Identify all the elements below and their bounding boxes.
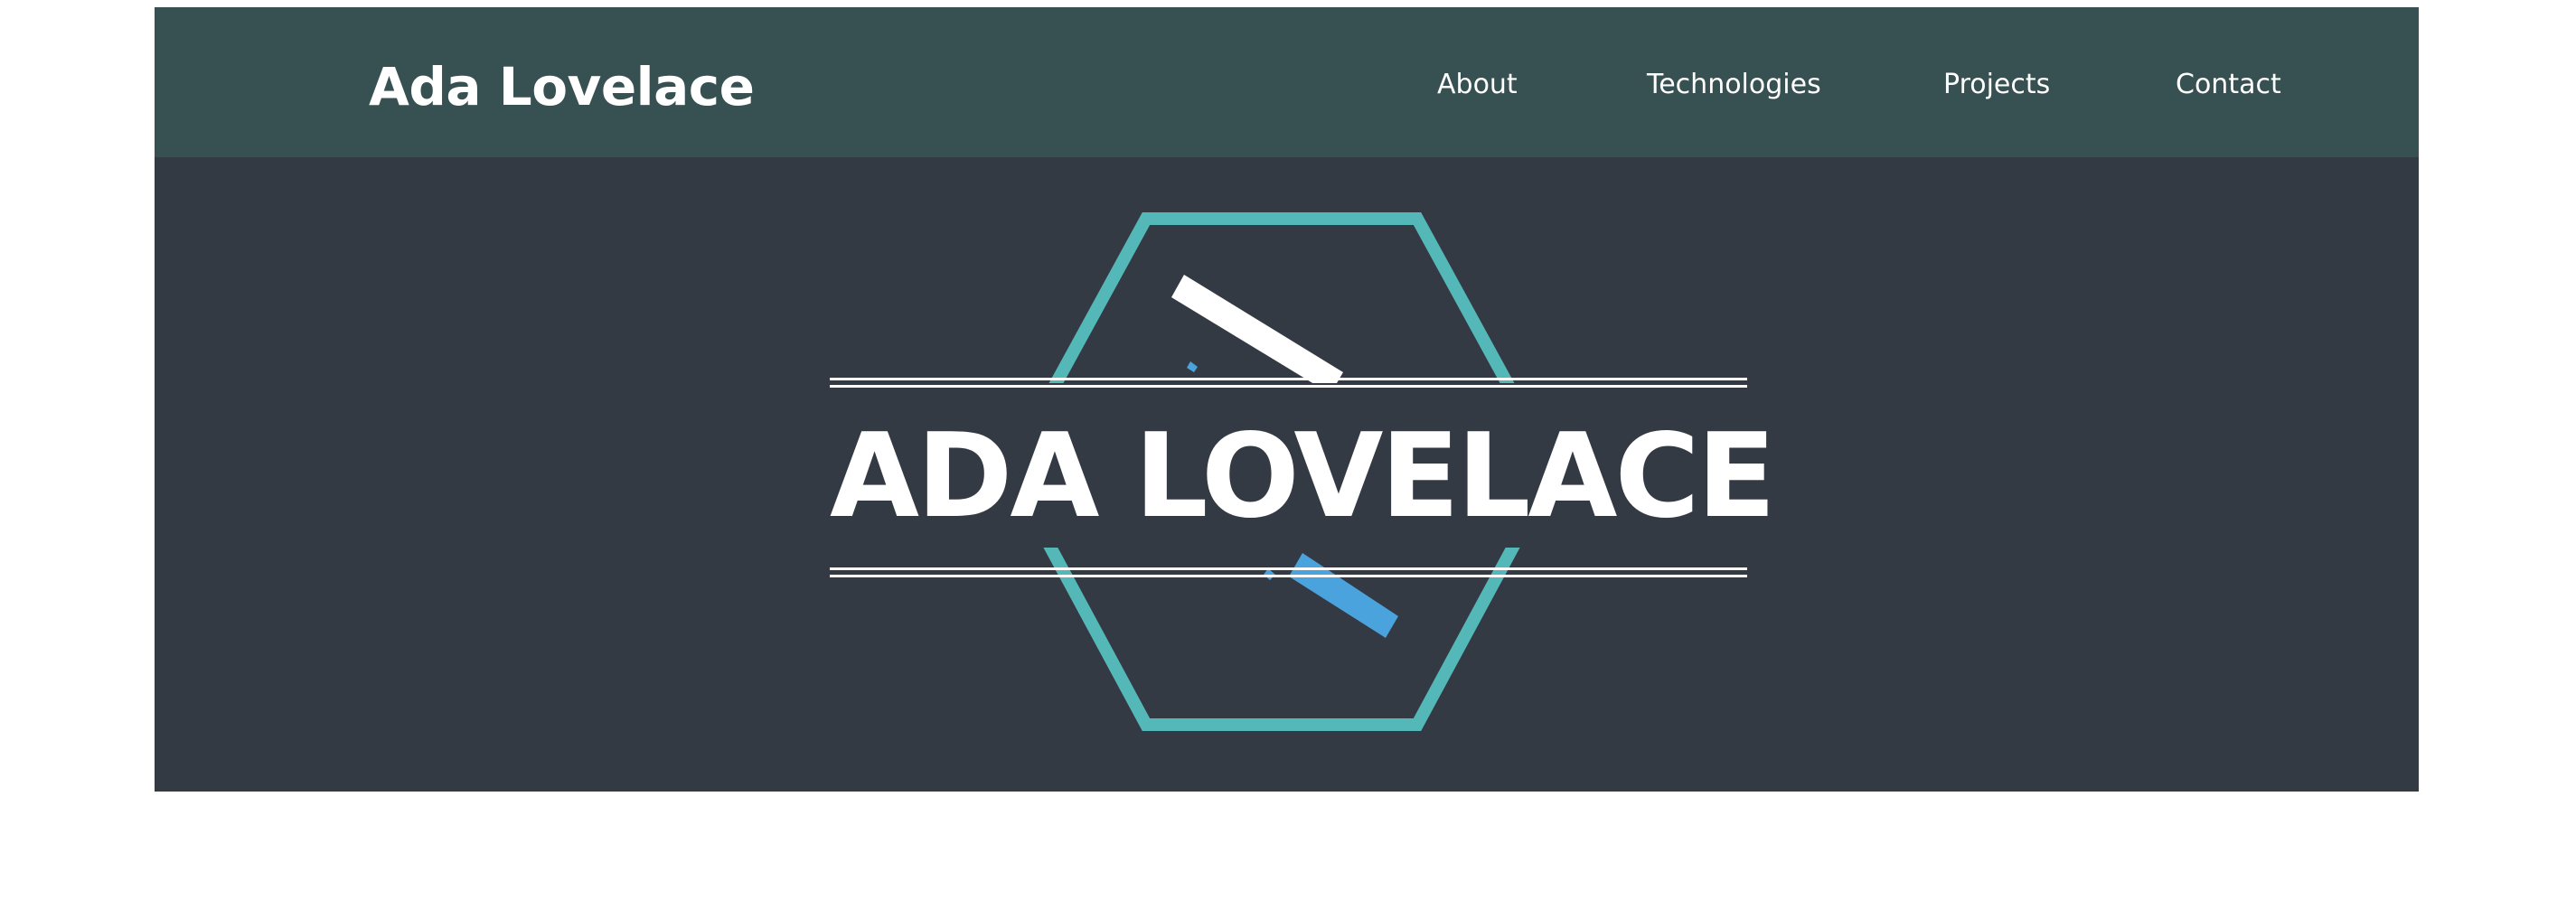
blue-diagonal-stripe	[1289, 553, 1398, 638]
nav-link-about[interactable]: About	[1437, 61, 1518, 108]
nav-link-projects[interactable]: Projects	[1943, 61, 2050, 108]
top-line-1	[830, 378, 1747, 380]
bottom-line-2	[830, 575, 1747, 577]
brand-logo-text[interactable]: Ada Lovelace	[369, 49, 755, 125]
white-diagonal-stripe	[1171, 275, 1343, 394]
blue-fragment-top	[1187, 361, 1198, 372]
bottom-line-1	[830, 567, 1747, 570]
top-line-2	[830, 385, 1747, 388]
nav-link-technologies[interactable]: Technologies	[1647, 61, 1821, 108]
hero-section: ADA LOVELACE	[155, 157, 2419, 792]
nav-link-contact[interactable]: Contact	[2176, 61, 2281, 108]
hero-title: ADA LOVELACE	[830, 409, 1776, 544]
navbar: Ada Lovelace About Technologies Projects…	[155, 7, 2419, 157]
page: Ada Lovelace About Technologies Projects…	[155, 7, 2419, 792]
